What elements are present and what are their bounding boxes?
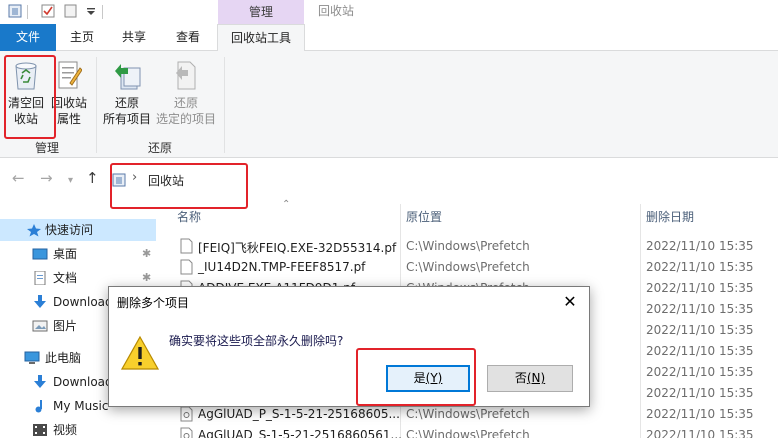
sidebar-item-quick-access[interactable]: 快速访问 [0,219,156,241]
table-row[interactable]: _IU14D2N.TMP-FEEF8517.pf C:\Windows\Prefe… [172,257,778,278]
no-button[interactable]: 否(N) [487,365,573,392]
table-row[interactable]: AgGlUAD_P_S-1-5-21-25168605... C:\Windows… [172,404,778,425]
file-delete-date: 2022/11/10 15:35 [646,260,754,274]
file-delete-date: 2022/11/10 15:35 [646,407,754,421]
sidebar-item-downloads[interactable]: Downloads [0,291,108,313]
desktop-icon [32,248,48,260]
pictures-icon [32,320,48,332]
restore-selected-label-2: 选定的项目 [155,112,216,126]
quick-access-separator [27,5,28,19]
file-name: [FEIQ]飞秋FEIQ.EXE-32D55314.pf [198,241,397,255]
quick-access-separator [102,5,103,19]
file-delete-date: 2022/11/10 15:35 [646,239,754,253]
ribbon-group-separator [224,57,225,153]
table-row[interactable]: AgGlUAD_S-1-5-21-2516860561... C:\Windows… [172,425,778,438]
system-file-icon [180,406,193,422]
chevron-down-icon[interactable] [84,4,98,18]
file-name: AgGlUAD_S-1-5-21-2516860561... [198,428,402,438]
restore-all-label-2: 所有项目 [102,112,151,126]
back-arrow-icon[interactable]: ← [12,169,25,187]
recycle-bin-small-icon [8,4,22,18]
tab-recycle-bin-tools[interactable]: 回收站工具 [217,24,305,52]
tab-view[interactable]: 查看 [164,24,212,51]
system-file-icon [180,427,193,438]
music-note-icon [35,400,42,413]
restore-selected-icon [176,61,196,90]
tab-share[interactable]: 共享 [110,24,158,51]
video-icon [33,424,47,436]
restore-selected-button[interactable]: 还原 选定的项目 [154,59,218,127]
highlight-empty-recycle-bin [4,55,56,139]
computer-icon [24,351,40,364]
star-icon [27,224,41,237]
new-folder-icon[interactable] [64,4,78,18]
pin-icon[interactable]: ✱ [142,243,151,265]
file-delete-date: 2022/11/10 15:35 [646,323,754,337]
close-icon[interactable]: ✕ [555,290,585,314]
file-delete-date: 2022/11/10 15:35 [646,344,754,358]
restore-all-button[interactable]: 还原 所有项目 [100,59,154,127]
column-header-date[interactable]: 删除日期 [646,208,694,225]
dialog-body [109,317,589,406]
ribbon: 清空回 收站 回收站 属性 管理 还原 所有项目 还原 选定的项目 还原 [0,51,778,158]
dialog-title-bar: 删除多个项目 ✕ [109,287,589,317]
delete-confirm-dialog: 删除多个项目 ✕ 确实要将这些项全部永久删除吗? 是(Y) 否(N) [108,286,590,407]
sidebar-item-pictures[interactable]: 图片 [0,315,108,337]
sort-ascending-icon: ⌃ [282,199,291,210]
document-icon [34,271,46,285]
properties-icon [58,61,82,89]
restore-selected-label-1: 还原 [173,96,198,110]
sidebar-item-this-pc[interactable]: 此电脑 [0,347,108,369]
file-original-location: C:\Windows\Prefetch [406,407,530,421]
column-header-location[interactable]: 原位置 [406,208,442,225]
recent-locations-chevron-icon[interactable]: ▾ [68,175,73,186]
properties-check-icon[interactable] [41,4,55,18]
forward-arrow-icon[interactable]: → [40,169,53,187]
tab-home[interactable]: 主页 [58,24,106,51]
file-name: _IU14D2N.TMP-FEEF8517.pf [198,260,366,274]
highlight-address-bar [110,163,248,209]
sidebar-item-videos[interactable]: 视频 [0,419,108,438]
file-name: AgGlUAD_P_S-1-5-21-25168605... [198,407,400,421]
download-arrow-icon [34,295,46,308]
file-delete-date: 2022/11/10 15:35 [646,302,754,316]
restore-all-icon [115,64,141,90]
file-original-location: C:\Windows\Prefetch [406,239,530,253]
group-label-manage: 管理 [35,141,60,155]
up-arrow-icon[interactable]: ↑ [86,169,99,187]
ribbon-tabs: 文件 主页 共享 查看 回收站工具 [0,24,778,52]
file-original-location: C:\Windows\Prefetch [406,260,530,274]
dialog-title: 删除多个项目 [117,296,190,310]
file-delete-date: 2022/11/10 15:35 [646,428,754,438]
sidebar-item-my-music[interactable]: My Music [0,395,108,417]
file-delete-date: 2022/11/10 15:35 [646,281,754,295]
title-bar: 管理 回收站 [0,0,778,24]
table-row[interactable]: [FEIQ]飞秋FEIQ.EXE-32D55314.pf C:\Windows\P… [172,236,778,257]
sidebar-item-downloads-pc[interactable]: Downloads [0,371,108,393]
window-title: 回收站 [318,4,355,18]
dialog-message: 确实要将这些项全部永久删除吗? [169,334,344,348]
restore-all-label-1: 还原 [114,96,139,110]
tab-file[interactable]: 文件 [0,24,56,51]
file-icon [180,238,193,254]
warning-icon [121,335,159,370]
highlight-yes-button [356,348,476,406]
file-icon [180,259,193,275]
group-label-restore: 还原 [148,141,173,155]
column-header-name[interactable]: 名称 [177,208,201,225]
download-arrow-icon [34,375,46,388]
context-tab-manage[interactable]: 管理 [218,0,304,24]
no-shortcut: (N) [526,371,546,385]
file-delete-date: 2022/11/10 15:35 [646,386,754,400]
sidebar-item-desktop[interactable]: 桌面 ✱ [0,243,156,265]
file-delete-date: 2022/11/10 15:35 [646,365,754,379]
ribbon-group-separator [96,57,97,153]
file-original-location: C:\Windows\Prefetch [406,428,530,438]
